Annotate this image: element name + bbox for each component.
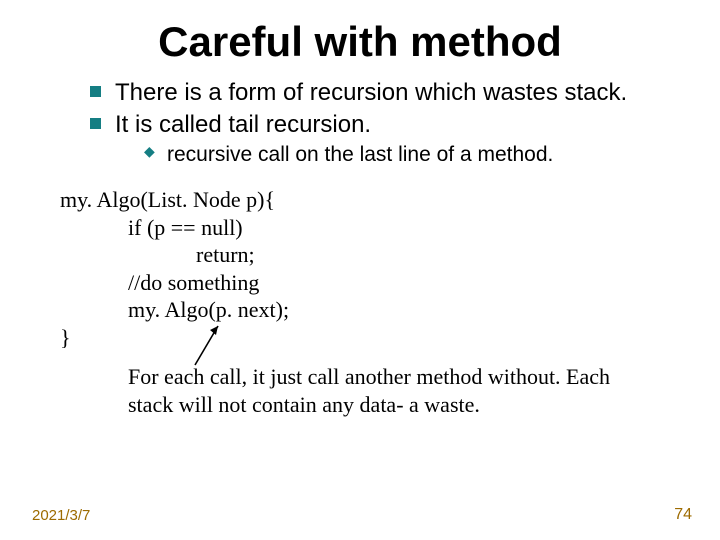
sub-bullet-item-1: recursive call on the last line of a met… [146,142,680,168]
code-line: } [60,324,720,352]
bullet-item-2: It is called tail recursion. [90,110,680,140]
slide-title: Careful with method [0,0,720,78]
code-line: my. Algo(p. next); [60,296,720,324]
code-line: if (p == null) [60,214,720,242]
bullet-text: There is a form of recursion which waste… [115,78,627,108]
note-text: For each call, it just call another meth… [0,351,720,418]
sub-bullet-text: recursive call on the last line of a met… [167,142,553,168]
page-number: 74 [674,506,692,524]
bullet-list: There is a form of recursion which waste… [0,78,720,168]
code-line: return; [60,241,720,269]
bullet-text: It is called tail recursion. [115,110,371,140]
arrow-icon [190,320,230,370]
square-bullet-icon [90,118,101,129]
footer-date: 2021/3/7 [32,507,90,524]
code-line: //do something [60,269,720,297]
code-line: my. Algo(List. Node p){ [60,186,720,214]
code-block: my. Algo(List. Node p){ if (p == null) r… [0,168,720,351]
square-bullet-icon [90,86,101,97]
diamond-bullet-icon [146,148,157,159]
bullet-item-1: There is a form of recursion which waste… [90,78,680,108]
